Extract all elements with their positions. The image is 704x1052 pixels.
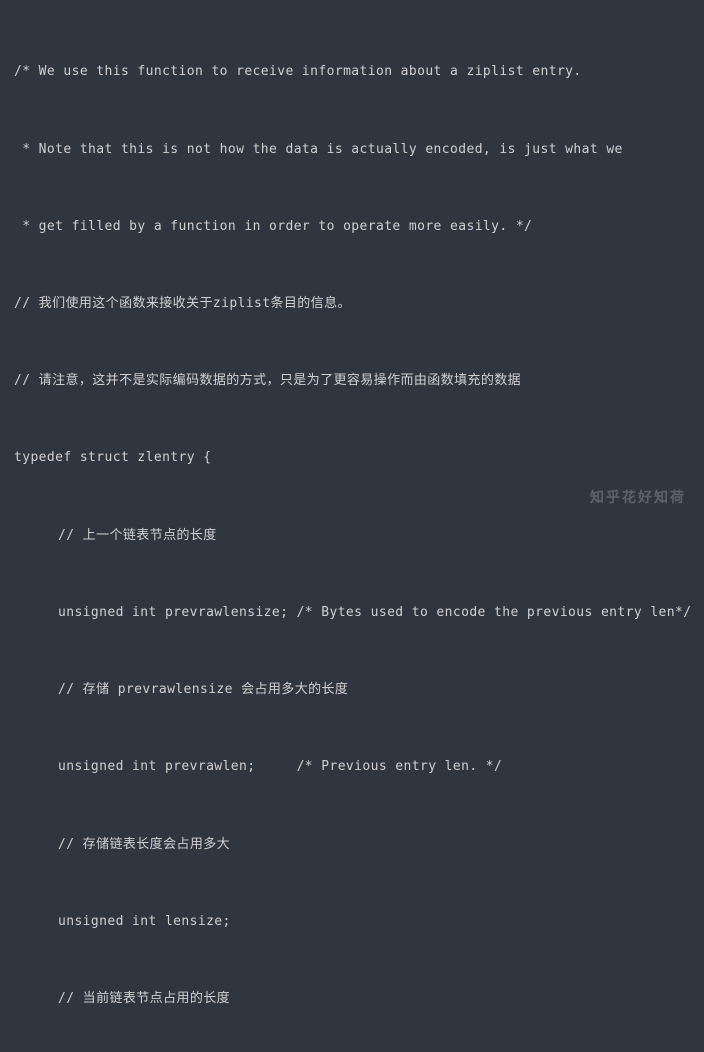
code-line: unsigned int prevrawlen; /* Previous ent… bbox=[14, 754, 690, 780]
code-line: * Note that this is not how the data is … bbox=[14, 137, 690, 163]
code-line: * get filled by a function in order to o… bbox=[14, 214, 690, 240]
code-line: unsigned int lensize; bbox=[14, 909, 690, 935]
code-line: // 当前链表节点占用的长度 bbox=[14, 986, 690, 1012]
code-line: unsigned int prevrawlensize; /* Bytes us… bbox=[14, 600, 690, 626]
code-line: /* We use this function to receive infor… bbox=[14, 59, 690, 85]
code-block: /* We use this function to receive infor… bbox=[14, 8, 690, 1052]
code-line: // 上一个链表节点的长度 bbox=[14, 523, 690, 549]
code-line: // 我们使用这个函数来接收关于ziplist条目的信息。 bbox=[14, 291, 690, 317]
code-line: typedef struct zlentry { bbox=[14, 445, 690, 471]
code-line: // 请注意，这并不是实际编码数据的方式，只是为了更容易操作而由函数填充的数据 bbox=[14, 368, 690, 394]
code-line: // 存储 prevrawlensize 会占用多大的长度 bbox=[14, 677, 690, 703]
code-line: // 存储链表长度会占用多大 bbox=[14, 832, 690, 858]
